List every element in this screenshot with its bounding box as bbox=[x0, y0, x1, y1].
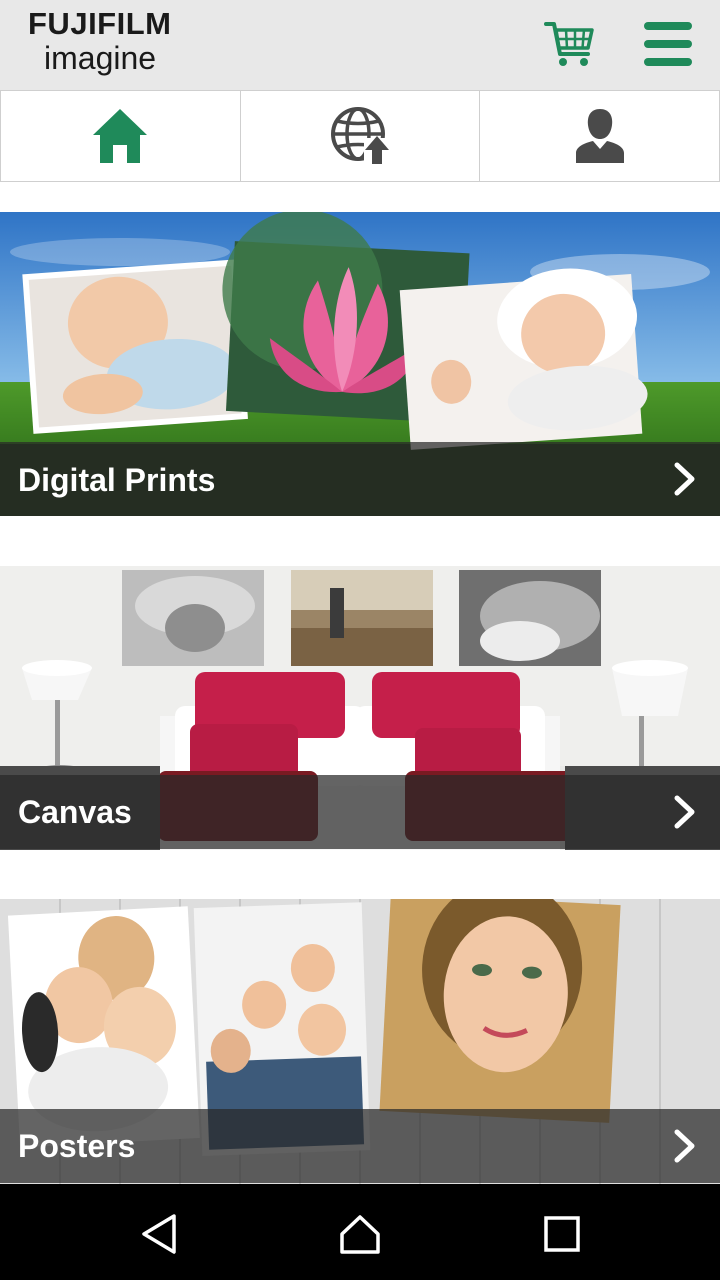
globe-upload-icon bbox=[331, 107, 390, 166]
back-triangle-icon[interactable] bbox=[138, 1212, 182, 1256]
card-title: Posters bbox=[18, 1128, 136, 1164]
tab-profile[interactable] bbox=[480, 91, 720, 181]
recents-square-icon[interactable] bbox=[540, 1212, 584, 1256]
posters-card[interactable]: Posters bbox=[0, 899, 720, 1184]
home-icon bbox=[93, 109, 148, 163]
shopping-cart-icon[interactable] bbox=[544, 20, 594, 70]
tab-upload[interactable] bbox=[241, 91, 481, 181]
system-navigation-bar bbox=[0, 1184, 720, 1280]
logo-sub-text: imagine bbox=[44, 40, 157, 76]
card-title: Digital Prints bbox=[18, 462, 216, 498]
hamburger-menu-icon[interactable] bbox=[644, 22, 694, 68]
user-profile-icon bbox=[575, 109, 624, 163]
logo-brand-text: FUJIFILM bbox=[28, 6, 172, 41]
home-outline-icon[interactable] bbox=[338, 1212, 382, 1256]
main-tab-bar bbox=[0, 90, 720, 182]
digital-prints-card[interactable]: Digital Prints bbox=[0, 212, 720, 516]
canvas-card[interactable]: Canvas bbox=[0, 566, 720, 850]
card-title: Canvas bbox=[18, 794, 132, 830]
chevron-right-icon bbox=[674, 462, 695, 496]
fujifilm-imagine-logo[interactable]: FUJIFILM imagine bbox=[28, 8, 208, 84]
tab-home[interactable] bbox=[0, 91, 241, 181]
chevron-right-icon bbox=[674, 795, 695, 829]
chevron-right-icon bbox=[674, 1129, 695, 1163]
app-header: FUJIFILM imagine bbox=[0, 0, 720, 90]
